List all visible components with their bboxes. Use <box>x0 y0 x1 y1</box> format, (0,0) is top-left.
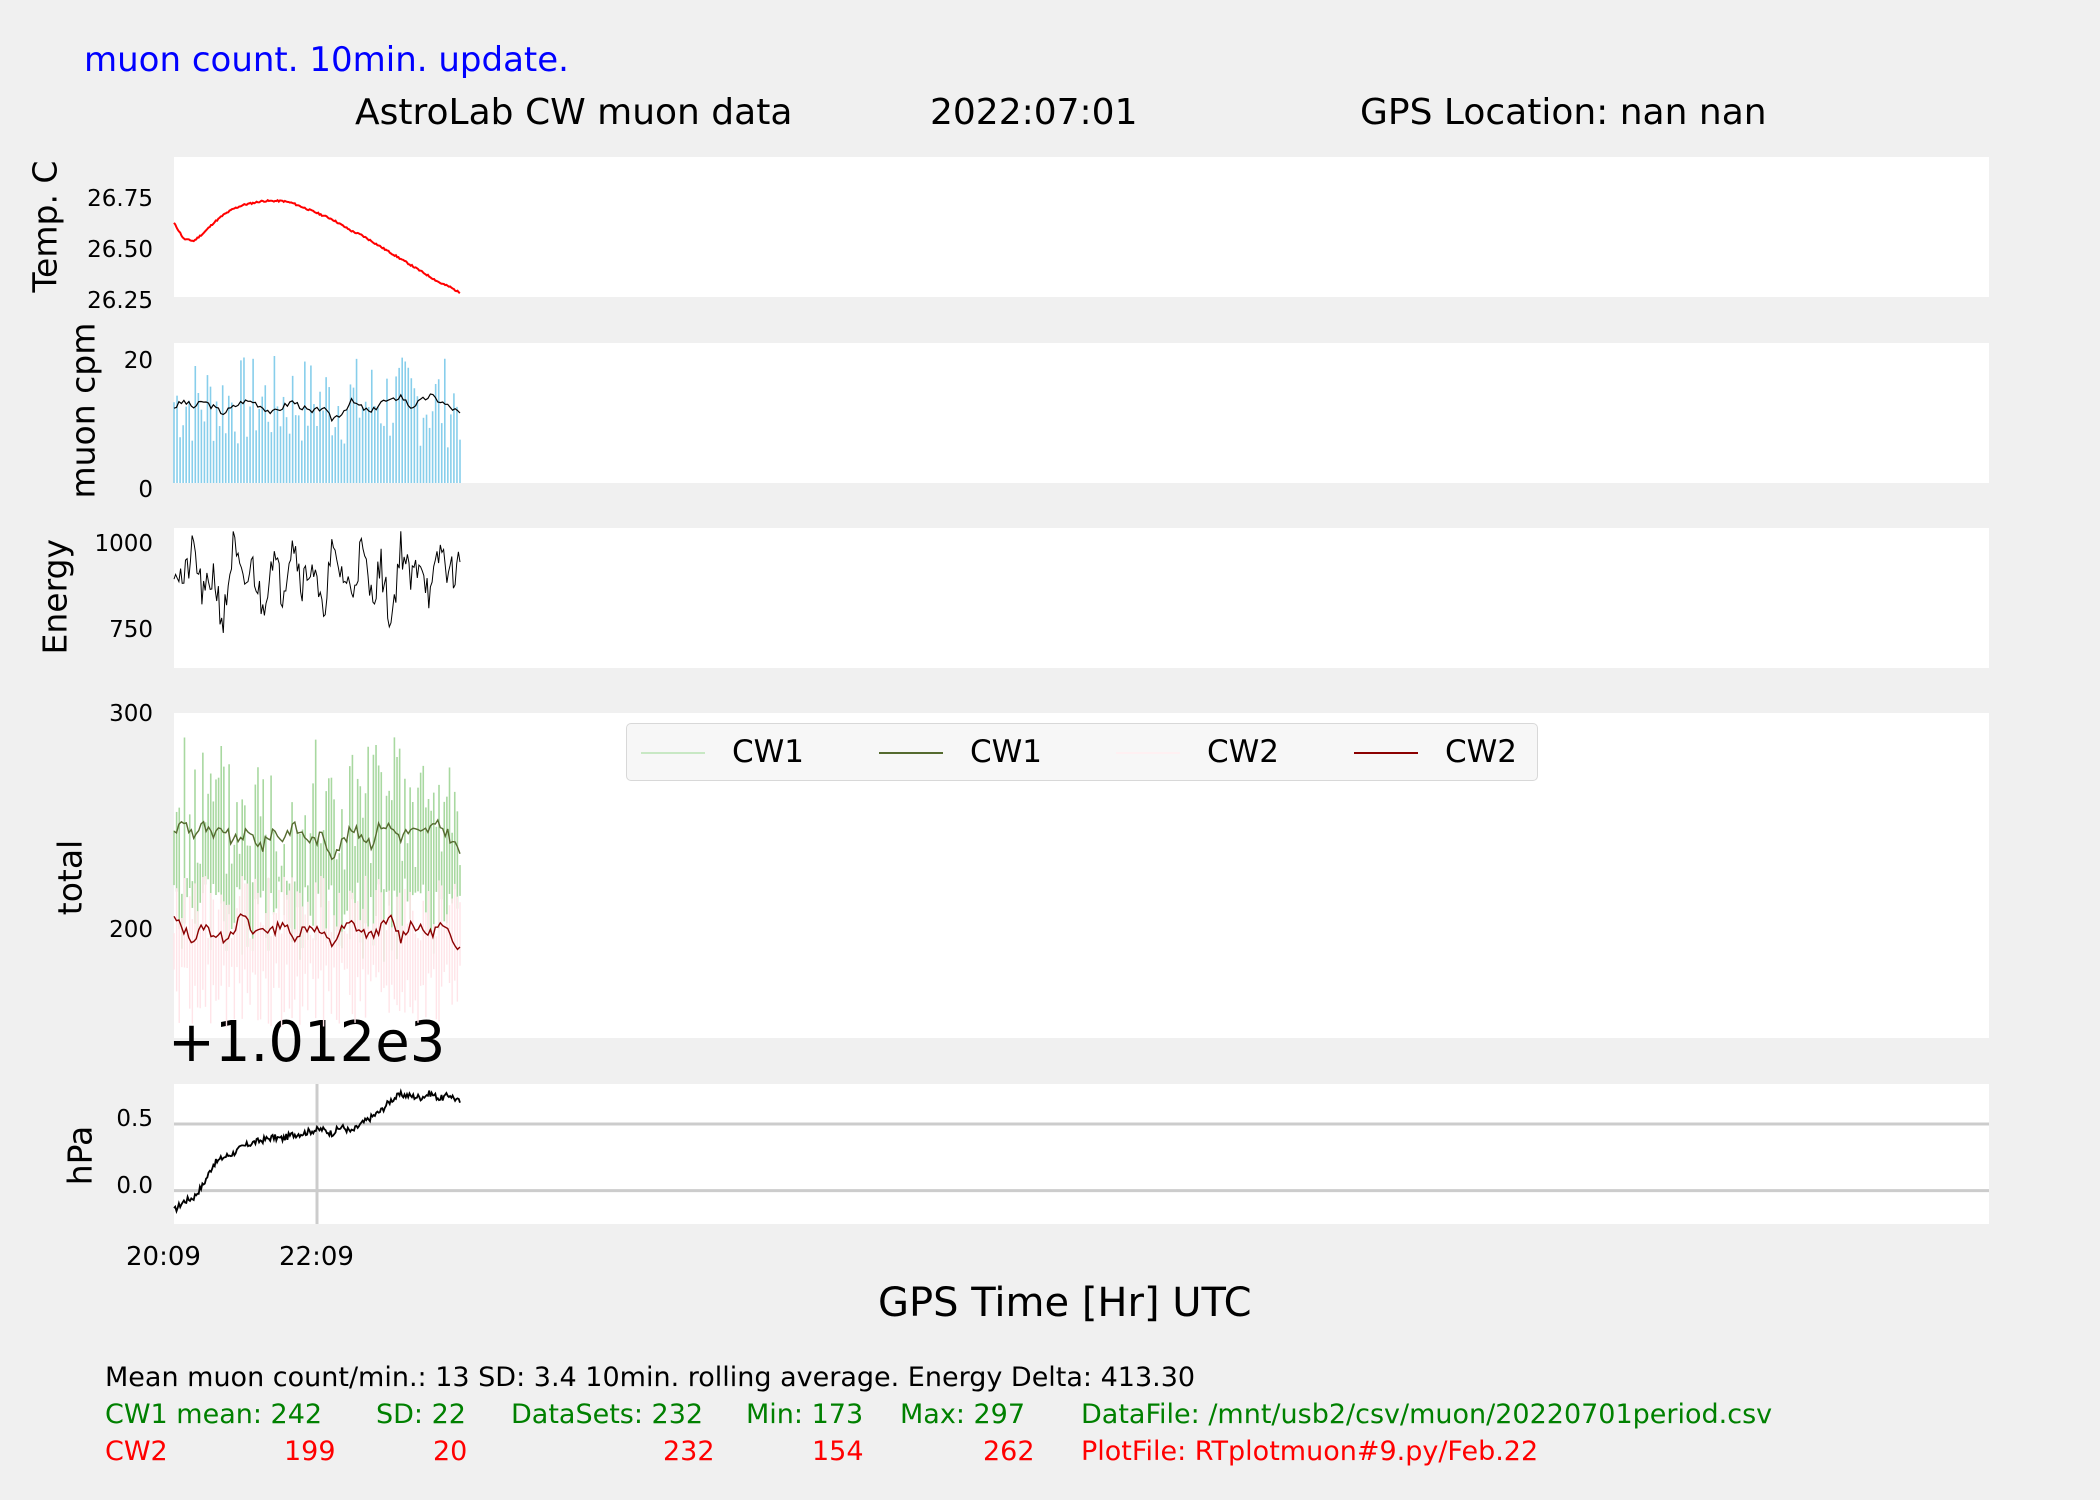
legend-label: CW2 <box>1207 734 1280 770</box>
cw1-datasets: DataSets: 232 <box>511 1399 704 1430</box>
cw2-max: 262 <box>983 1436 1035 1467</box>
legend-label: CW1 <box>732 734 805 770</box>
plotfile-name: PlotFile: RTplotmuon#9.py/Feb.22 <box>1081 1436 1539 1467</box>
cw1-min: Min: 173 <box>746 1399 864 1430</box>
cw2-datasets: 232 <box>663 1436 715 1467</box>
legend-swatch <box>879 752 943 754</box>
cw1-average-line <box>173 818 461 861</box>
cw1-max: Max: 297 <box>900 1399 1026 1430</box>
cw2-sd: 20 <box>433 1436 468 1467</box>
legend-label: CW1 <box>970 734 1043 770</box>
cw2-min: 154 <box>812 1436 864 1467</box>
legend: CW1 CW1 CW2 CW2 <box>626 723 1538 781</box>
legend-swatch <box>1116 752 1180 754</box>
cw2-average-line <box>173 913 461 951</box>
legend-swatch <box>641 752 705 754</box>
cw1-sd: SD: 22 <box>376 1399 466 1430</box>
cw2-label: CW2 <box>105 1436 168 1467</box>
legend-swatch <box>1354 752 1418 754</box>
legend-label: CW2 <box>1445 734 1518 770</box>
stats-line-1: Mean muon count/min.: 13 SD: 3.4 10min. … <box>105 1362 1196 1393</box>
cw2-mean: 199 <box>284 1436 336 1467</box>
cw1-mean: CW1 mean: 242 <box>105 1399 323 1430</box>
temp-line <box>173 198 461 294</box>
energy-line <box>173 531 461 633</box>
datafile-path: DataFile: /mnt/usb2/csv/muon/20220701per… <box>1081 1399 1773 1430</box>
